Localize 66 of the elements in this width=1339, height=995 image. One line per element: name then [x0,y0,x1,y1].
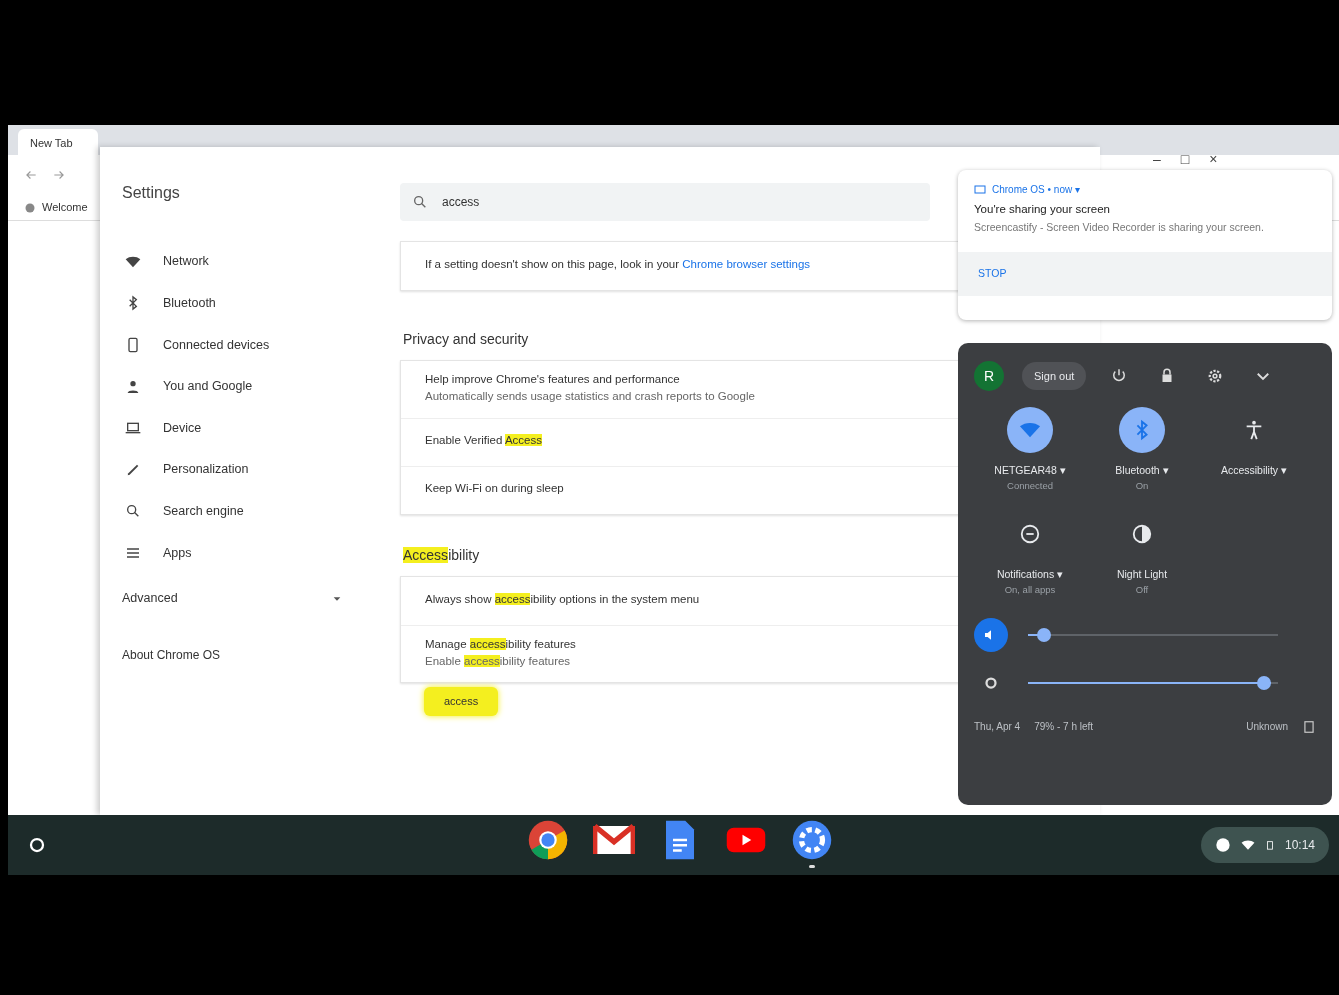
tile-status: On, all apps [1004,582,1056,597]
browser-tab[interactable]: New Tab [18,129,98,155]
setting-label[interactable]: Help improve Chrome's features and performance [425,371,959,389]
person-icon [125,378,141,395]
close-button[interactable]: × [1209,149,1218,170]
toggle-button[interactable] [1119,407,1165,453]
back-icon[interactable] [24,168,38,182]
status-area[interactable]: 10:14 [1200,827,1329,863]
tile-status: Off [1135,582,1149,597]
nav-item[interactable]: Personalization [163,460,249,480]
nav-item[interactable]: Apps [163,543,192,563]
maximize-button[interactable]: □ [1180,149,1190,170]
setting-label[interactable]: Manage accessibility features [425,635,959,653]
launcher-icon[interactable] [28,836,46,854]
tile-label: Bluetooth ▾ [1115,463,1169,478]
toggle-button[interactable] [1007,407,1053,453]
volume-slider[interactable] [1028,628,1278,642]
info-text: If a setting doesn't show on this page, look in your Chrome browser settings [425,257,812,273]
setting-description: Automatically sends usage statistics and crash reports to Google [425,389,756,405]
managed-label: Unknown [1246,720,1288,734]
tile-label: Night Light [1116,567,1168,582]
minimize-button[interactable]: – [1153,149,1161,170]
phone-icon [125,337,141,353]
settings-icon[interactable] [791,819,833,861]
date-label[interactable]: Thu, Apr 4 [974,719,1021,734]
nav-item[interactable]: You and Google [163,377,253,396]
nav-item[interactable]: Connected devices [163,335,270,355]
settings-title: Settings [122,183,181,203]
search-bubble: access [424,687,499,716]
battery-status: 79% - 7 h left [1034,720,1094,734]
tile-status: Connected [1007,478,1053,493]
setting-label[interactable]: Always show accessibility options in the system menu [425,590,959,609]
user-avatar[interactable]: R [974,361,1004,391]
nav-item[interactable]: Network [163,252,209,272]
nav-item[interactable]: Bluetooth [163,294,216,313]
screen-icon [974,183,986,196]
tile-label: Notifications ▾ [996,567,1064,582]
section-heading: Privacy and security [402,330,530,349]
record-icon [1214,837,1231,853]
search-icon [412,194,428,210]
clock-time: 10:14 [1284,837,1315,854]
notification-source: Chrome OS • now ▾ [992,183,1080,197]
advanced-toggle[interactable]: Advanced [122,589,178,609]
notification-body: Screencastify - Screen Video Recorder is sharing your screen. [973,220,1265,236]
browser-settings-link[interactable]: Chrome browser settings [682,258,811,271]
brightness-slider[interactable] [1028,676,1278,690]
setting-label[interactable]: Keep Wi-Fi on during sleep [425,480,959,498]
chrome-icon[interactable] [527,819,569,861]
sign-out-button[interactable]: Sign out [1022,361,1087,391]
contrast-icon [1131,523,1153,545]
nav-item[interactable]: About Chrome OS [122,645,221,664]
tile-status: On [1135,478,1149,493]
notification-title: You're sharing your screen [973,202,1112,217]
tile-label: Accessibility ▾ [1220,463,1288,478]
nav-item[interactable]: Search engine [163,502,244,521]
nav-item[interactable]: Device [163,418,202,438]
section-heading: Accessibility [402,545,481,565]
wifi-icon [1240,838,1255,852]
tile-label: NETGEAR48 ▾ [994,463,1066,478]
stop-button[interactable]: STOP [974,262,1011,286]
do-not-disturb-icon [1019,523,1041,545]
search-field[interactable]: access [400,183,930,221]
bookmark-link[interactable]: Welcome [42,199,88,216]
brightness-icon [982,674,1000,692]
battery-icon [1264,838,1275,852]
setting-label[interactable]: Enable Verified Access [425,432,959,450]
